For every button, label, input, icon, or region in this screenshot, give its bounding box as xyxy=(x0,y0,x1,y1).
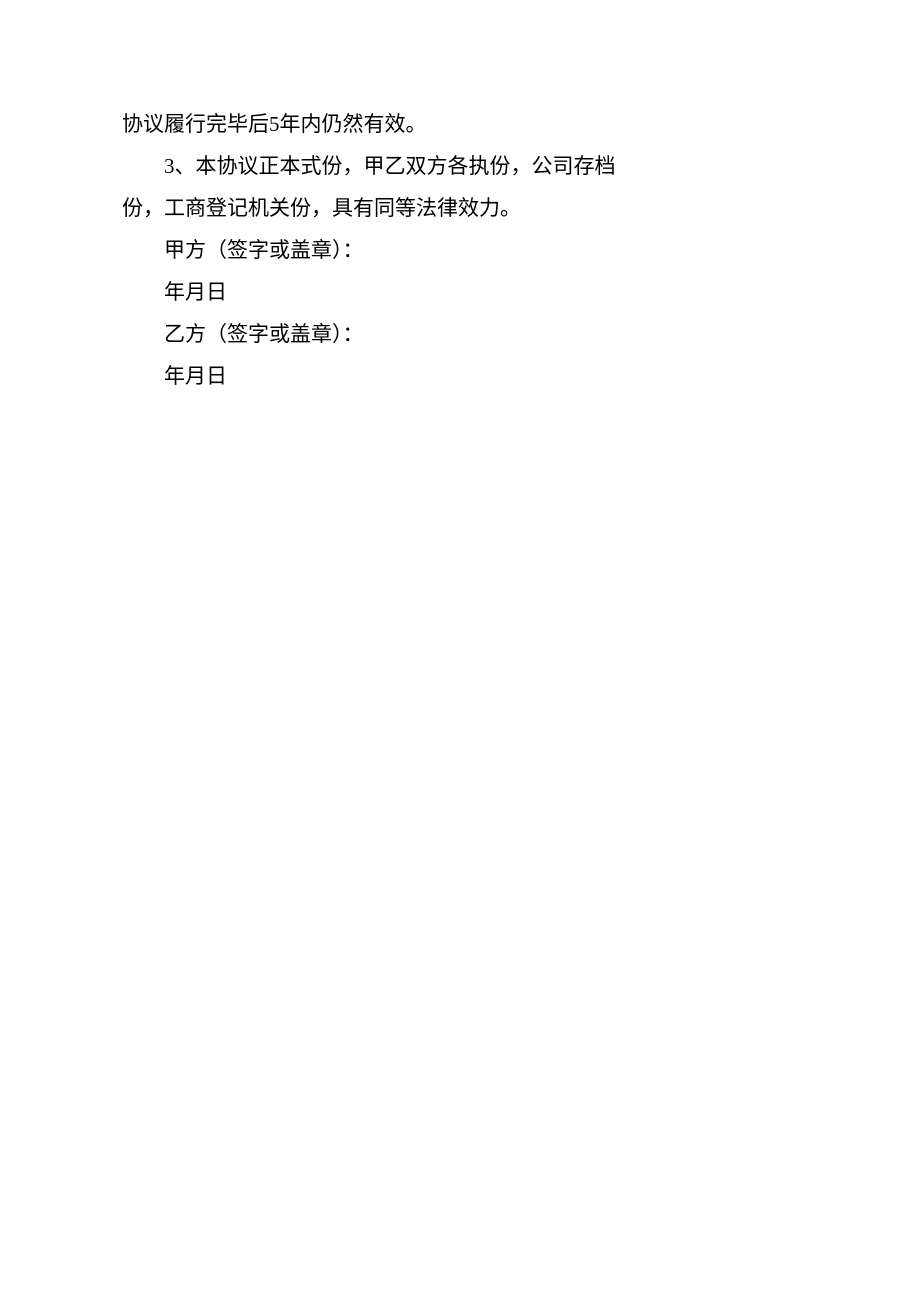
paragraph-line-2: 3、本协议正本式份，甲乙双方各执份，公司存档 xyxy=(122,145,798,187)
paragraph-party-b-signature: 乙方（签字或盖章）： xyxy=(122,313,798,355)
paragraph-party-a-date: 年月日 xyxy=(122,271,798,313)
paragraph-party-b-date: 年月日 xyxy=(122,355,798,397)
paragraph-line-1: 协议履行完毕后5年内仍然有效。 xyxy=(122,103,798,145)
paragraph-party-a-signature: 甲方（签字或盖章）： xyxy=(122,229,798,271)
paragraph-line-3: 份，工商登记机关份，具有同等法律效力。 xyxy=(122,187,798,229)
